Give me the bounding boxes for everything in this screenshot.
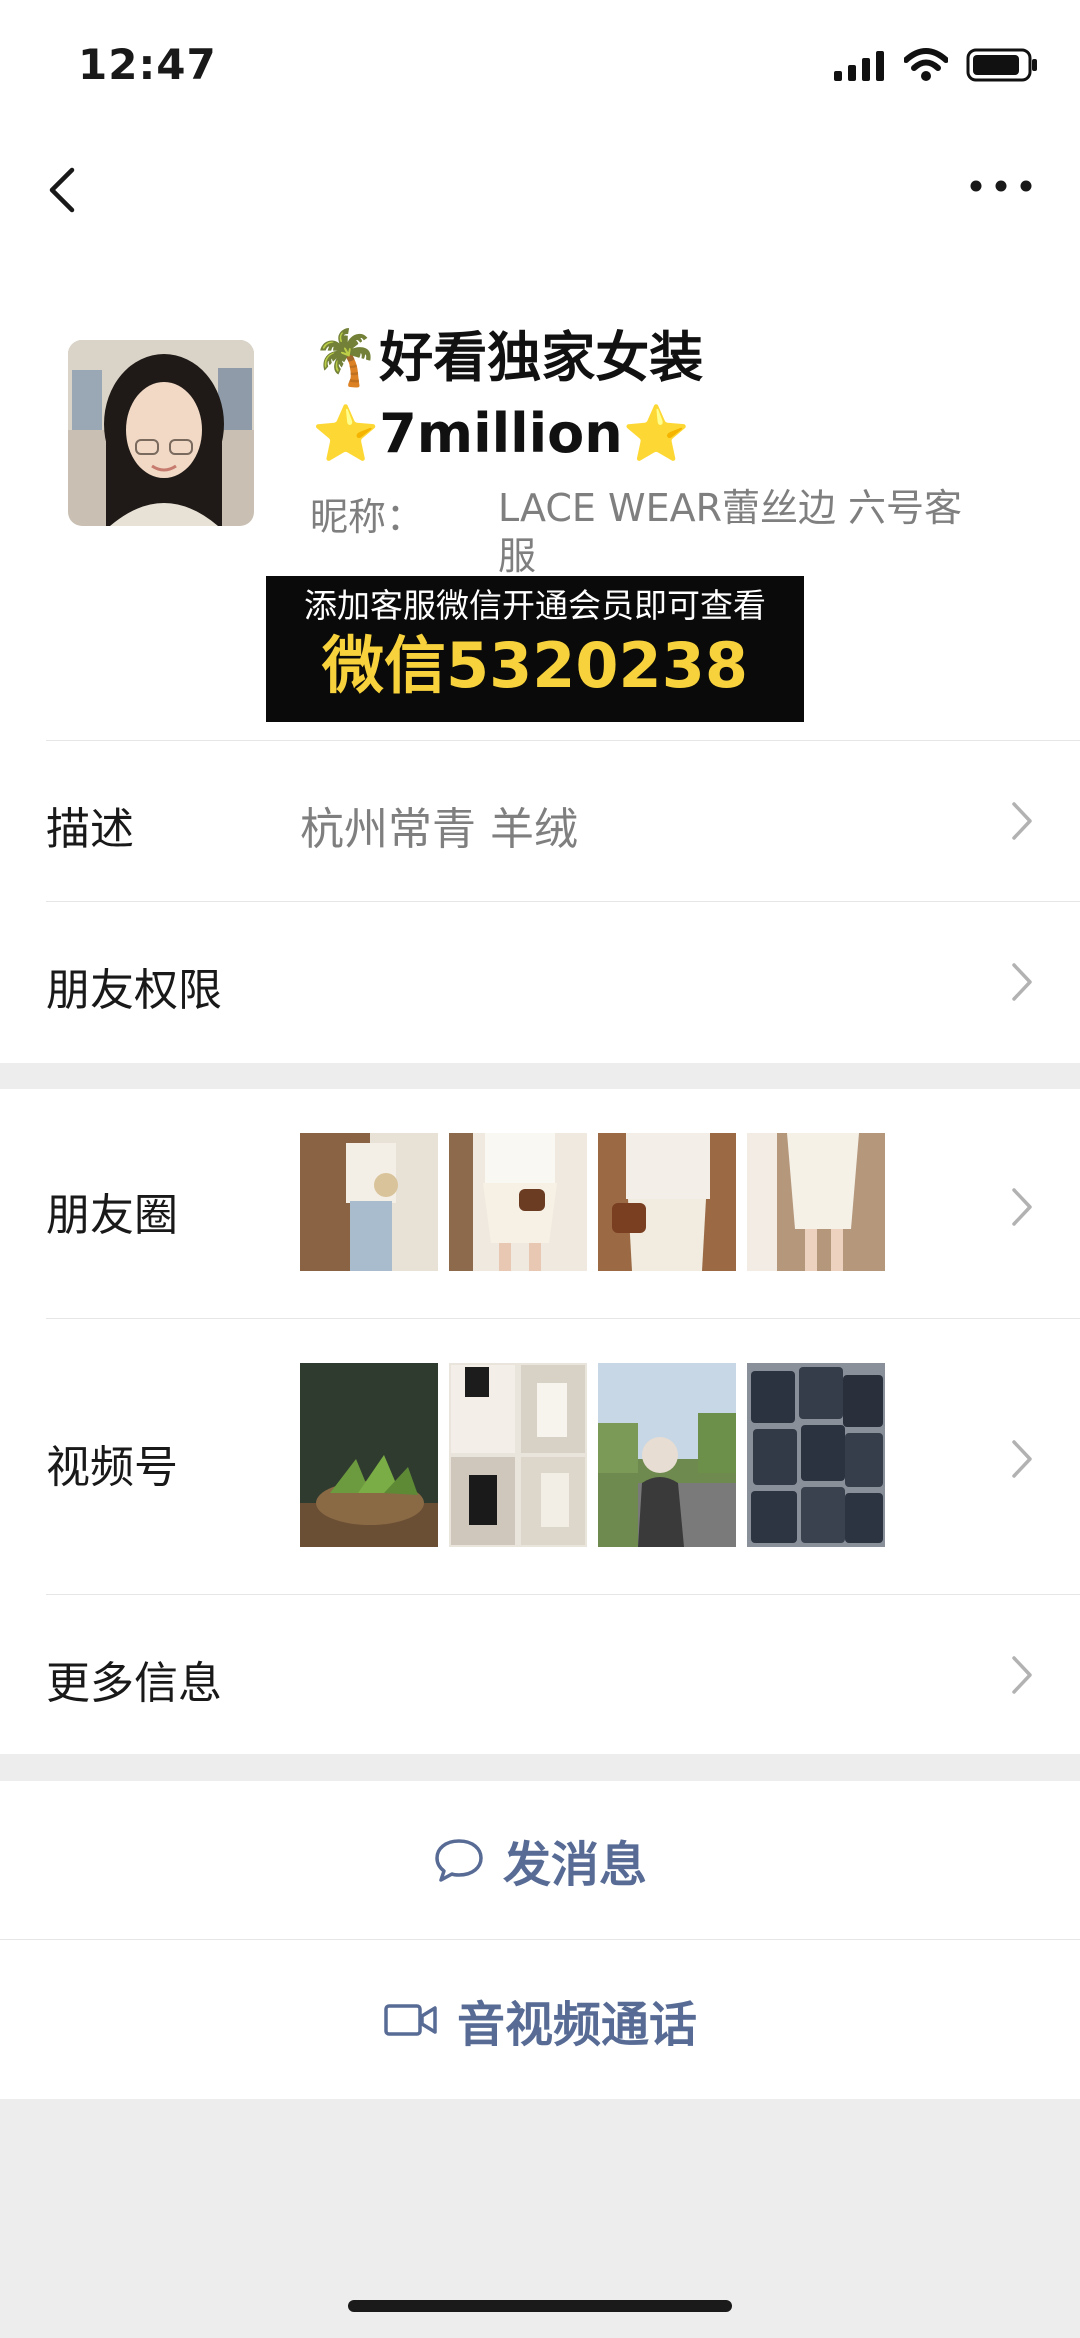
send-message-label: 发消息 (502, 1837, 647, 1893)
channel-video-thumbnail (449, 1363, 587, 1547)
divider (0, 1939, 1080, 1940)
row-label: 更多信息 (46, 1658, 222, 1709)
row-moments[interactable]: 朋友圈 (0, 1089, 1080, 1318)
chevron-right-icon (1012, 1188, 1032, 1226)
profile-sections-card: 朋友圈 视频号 更多信息 (0, 1089, 1080, 1754)
video-camera-icon (384, 2004, 437, 2036)
chevron-right-icon (1012, 963, 1032, 1001)
channel-video-thumbnail (747, 1363, 885, 1547)
row-label: 朋友权限 (46, 965, 222, 1016)
nickname-label: 昵称： (310, 495, 425, 539)
wifi-icon (904, 48, 948, 81)
moments-photo (747, 1133, 885, 1271)
row-label: 视频号 (46, 1442, 178, 1493)
moments-photo (449, 1133, 587, 1271)
home-indicator (348, 2300, 732, 2312)
chat-bubble-icon (435, 1839, 483, 1882)
profile-name: 🌴好看独家女装⭐7million⭐ (312, 326, 704, 465)
profile-card: 12:47 🌴好看独家女装⭐7million⭐ 昵称： LACE WEAR蕾丝边… (0, 0, 1080, 1063)
promo-wechat-id: 微信5320238 (322, 629, 748, 702)
more-options-icon[interactable] (966, 166, 1036, 206)
nickname-value: LACE WEAR蕾丝边 六号客服 (498, 486, 963, 578)
chevron-right-icon (1012, 1656, 1032, 1694)
video-call-label: 音视频通话 (456, 1997, 697, 2053)
battery-icon (966, 48, 1037, 82)
channel-video-thumbnail (598, 1363, 736, 1547)
status-time: 12:47 (78, 40, 217, 89)
status-bar: 12:47 (0, 0, 1080, 130)
moments-photo (598, 1133, 736, 1271)
promo-text: 添加客服微信开通会员即可查看 (304, 586, 766, 625)
row-more-info[interactable]: 更多信息 (0, 1595, 1080, 1754)
row-label: 朋友圈 (46, 1190, 178, 1241)
avatar[interactable] (68, 340, 254, 526)
nav-bar (0, 150, 1080, 230)
moments-photo (300, 1133, 438, 1271)
video-call-button[interactable]: 音视频通话 (0, 1941, 1080, 2099)
chevron-right-icon (1012, 1440, 1032, 1478)
row-label: 描述 (46, 804, 134, 855)
signal-icon (834, 51, 884, 81)
row-value: 杭州常青 羊绒 (300, 804, 578, 855)
back-icon[interactable] (36, 160, 96, 220)
row-friend-permission[interactable]: 朋友权限 (0, 902, 1080, 1062)
chevron-right-icon (1012, 802, 1032, 840)
row-channels[interactable]: 视频号 (0, 1319, 1080, 1594)
promo-banner: 添加客服微信开通会员即可查看 微信5320238 (266, 576, 804, 722)
action-card: 发消息 音视频通话 (0, 1781, 1080, 2099)
send-message-button[interactable]: 发消息 (0, 1781, 1080, 1939)
row-description[interactable]: 描述 杭州常青 羊绒 (0, 741, 1080, 901)
channel-video-thumbnail (300, 1363, 438, 1547)
